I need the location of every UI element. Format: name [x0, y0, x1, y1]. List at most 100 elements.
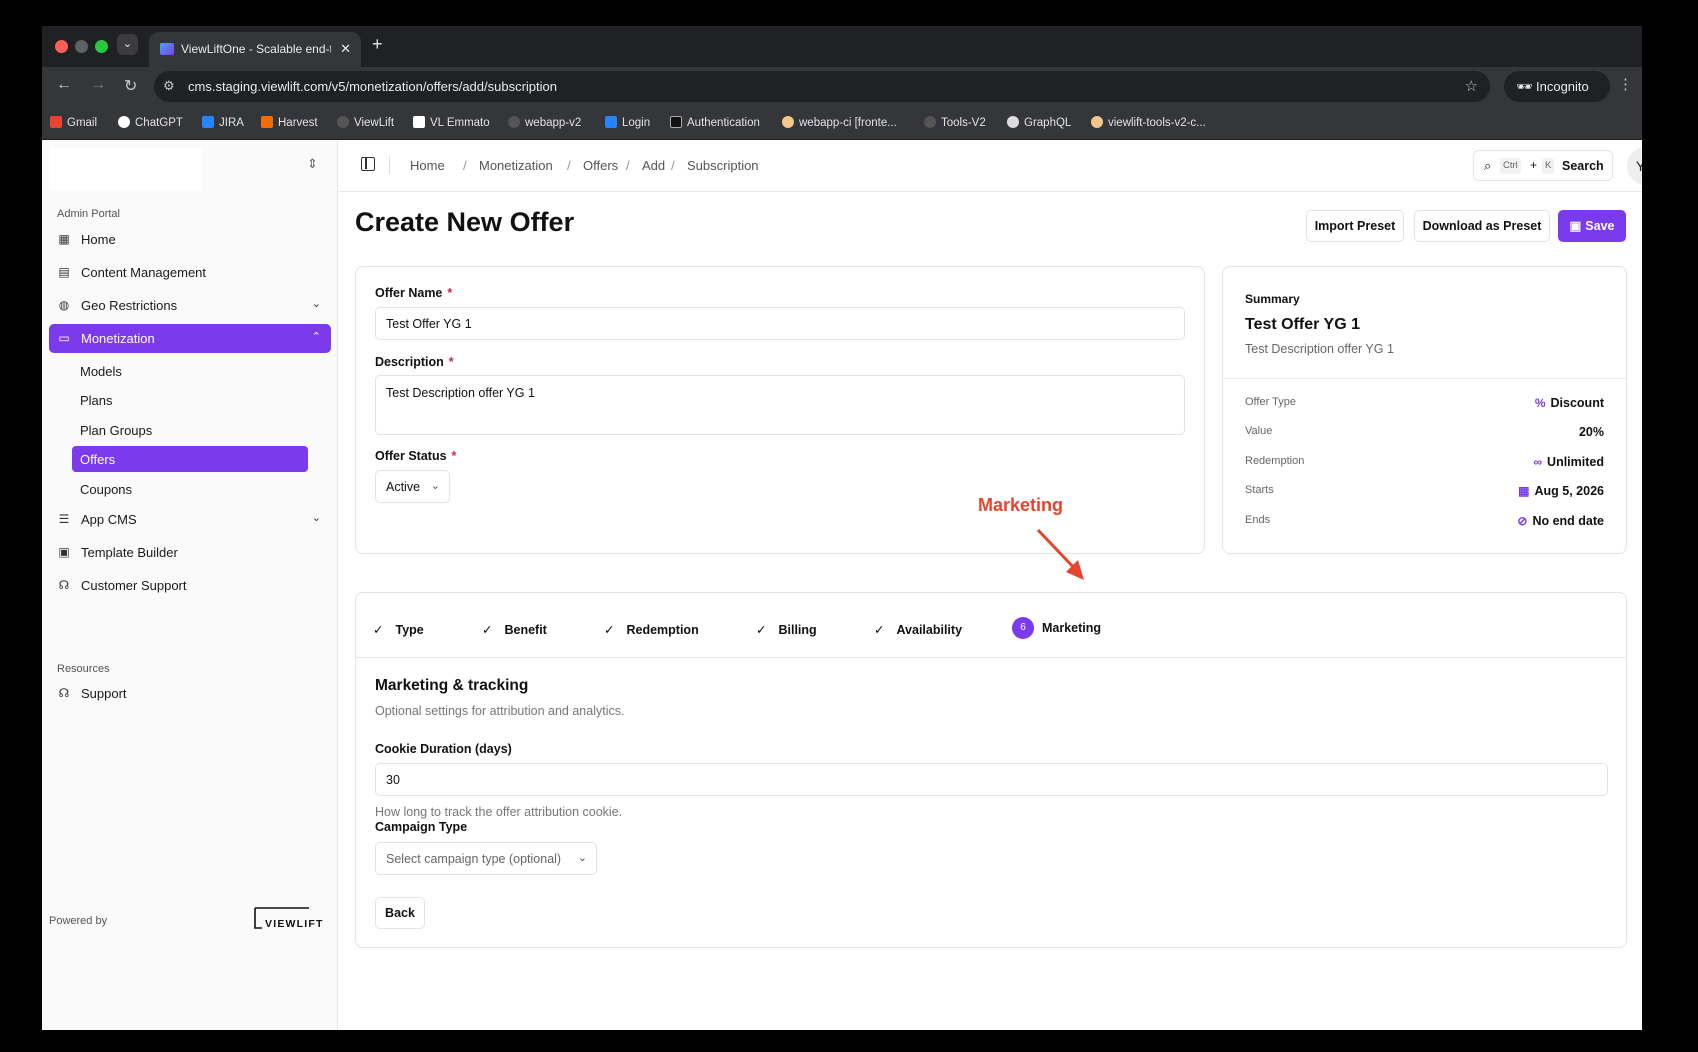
- bookmark-login[interactable]: Login: [605, 116, 650, 129]
- bookmark-gmail[interactable]: Gmail: [50, 116, 97, 129]
- step-type[interactable]: ✓ Type: [373, 622, 424, 637]
- chevron-down-icon: ⌄: [311, 298, 321, 310]
- sidebar-group-admin: Admin Portal: [57, 208, 120, 220]
- breadcrumb-add[interactable]: Add: [642, 158, 665, 173]
- bookmark-tools-v2[interactable]: Tools-V2: [924, 116, 986, 129]
- site-settings-icon[interactable]: ⚙: [163, 78, 175, 94]
- bookmark-webapp-v2[interactable]: webapp-v2: [508, 116, 581, 129]
- offer-status-label: Offer Status *: [375, 449, 457, 463]
- bookmark-harvest[interactable]: Harvest: [261, 116, 318, 129]
- sidebar-subitem-offers[interactable]: Offers: [72, 446, 308, 472]
- avatar[interactable]: YG: [1627, 147, 1642, 185]
- sidebar-item-content-management[interactable]: ▤ Content Management: [49, 258, 331, 287]
- back-arrow-icon[interactable]: ←: [56, 76, 72, 94]
- minimize-window-button[interactable]: [75, 40, 88, 53]
- breadcrumb-monetization[interactable]: Monetization: [479, 158, 553, 173]
- summary-redemption-value: ∞ Unlimited: [1533, 455, 1604, 469]
- search-button[interactable]: ⌕ Ctrl + K Search: [1473, 150, 1613, 181]
- download-preset-button[interactable]: Download as Preset: [1414, 210, 1550, 242]
- sidebar-subitem-coupons[interactable]: Coupons: [72, 476, 308, 502]
- divider: [356, 657, 1626, 658]
- annotation-arrow: [1036, 528, 1084, 580]
- back-button[interactable]: Back: [375, 897, 425, 929]
- incognito-badge[interactable]: 🕶 Incognito: [1504, 71, 1610, 102]
- bookmark-star-icon[interactable]: ☆: [1465, 77, 1478, 95]
- k-key: K: [1542, 158, 1555, 174]
- browser-tab[interactable]: ViewLiftOne - Scalable end-to ✕: [149, 32, 361, 67]
- close-window-button[interactable]: [55, 40, 68, 53]
- sidebar-item-label: Content Management: [81, 265, 207, 280]
- step-billing[interactable]: ✓ Billing: [756, 622, 817, 637]
- bookmark-chatgpt[interactable]: ChatGPT: [118, 116, 183, 129]
- summary-ends-value: ⊘ No end date: [1517, 514, 1604, 528]
- summary-offer-name: Test Offer YG 1: [1245, 316, 1360, 333]
- annotation-label: Marketing: [978, 495, 1064, 515]
- bookmark-graphql[interactable]: GraphQL: [1007, 116, 1071, 129]
- calendar-icon: ▦: [1518, 484, 1530, 498]
- sidebar-item-monetization[interactable]: ▭ Monetization ⌃: [49, 324, 331, 353]
- reload-icon[interactable]: ↻: [124, 76, 137, 96]
- tab-strip: ⌄ ViewLiftOne - Scalable end-to ✕ +: [42, 26, 1642, 67]
- bookmark-viewlift-tools[interactable]: viewlift-tools-v2-c...: [1091, 116, 1206, 129]
- new-tab-button[interactable]: +: [372, 34, 383, 55]
- summary-heading: Summary: [1245, 292, 1300, 306]
- tab-close-icon[interactable]: ✕: [340, 41, 351, 57]
- description-textarea[interactable]: Test Description offer YG 1: [375, 375, 1185, 435]
- campaign-type-label: Campaign Type: [375, 820, 468, 834]
- step-marketing[interactable]: 6 Marketing: [1012, 617, 1101, 639]
- sidebar-item-geo-restrictions[interactable]: ◍ Geo Restrictions ⌄: [49, 291, 331, 320]
- step-availability[interactable]: ✓ Availability: [874, 622, 962, 637]
- sidebar-item-label: App CMS: [81, 512, 137, 527]
- bookmark-jira[interactable]: JIRA: [202, 116, 244, 129]
- sidebar-item-support[interactable]: ☊ Support: [49, 679, 331, 708]
- app: ⇕ Admin Portal ▦ Home ▤ Content Manageme…: [42, 140, 1642, 1030]
- search-label: Search: [1562, 159, 1604, 173]
- bookmark-viewlift[interactable]: ViewLift: [337, 116, 394, 129]
- step-redemption[interactable]: ✓ Redemption: [604, 622, 699, 637]
- summary-value-label: Value: [1245, 425, 1273, 437]
- summary-offer-type-value: % Discount: [1534, 396, 1604, 410]
- sidebar-item-home[interactable]: ▦ Home: [49, 225, 331, 254]
- forward-arrow-icon[interactable]: →: [90, 76, 106, 94]
- svg-text:VIEWLIFT: VIEWLIFT: [265, 918, 324, 930]
- address-bar[interactable]: ⚙ cms.staging.viewlift.com/v5/monetizati…: [154, 71, 1490, 102]
- subitem-label: Offers: [80, 452, 116, 467]
- sidebar-item-label: Monetization: [81, 331, 155, 346]
- check-icon: ✓: [756, 623, 767, 637]
- cookie-duration-input[interactable]: 30: [375, 763, 1608, 796]
- subitem-label: Plan Groups: [80, 423, 153, 438]
- step-benefit[interactable]: ✓ Benefit: [482, 622, 547, 637]
- viewlift-logo: VIEWLIFT: [254, 907, 324, 930]
- infinity-icon: ∞: [1533, 455, 1543, 469]
- breadcrumb-separator: /: [626, 158, 630, 173]
- percent-icon: %: [1534, 396, 1546, 410]
- breadcrumb-separator: /: [463, 158, 467, 173]
- sidebar-item-template-builder[interactable]: ▣ Template Builder: [49, 538, 331, 567]
- bookmark-webapp-ci[interactable]: webapp-ci [fronte...: [782, 116, 897, 129]
- offer-status-select[interactable]: Active ⌄: [375, 470, 450, 503]
- breadcrumb-home[interactable]: Home: [410, 158, 445, 173]
- logo: [50, 148, 202, 190]
- browser-window: ⌄ ViewLiftOne - Scalable end-to ✕ + ← → …: [42, 26, 1642, 1030]
- bookmark-authentication[interactable]: Authentication: [670, 116, 760, 129]
- save-button[interactable]: ▣ Save: [1558, 210, 1626, 242]
- sidebar-subitem-plan-groups[interactable]: Plan Groups: [72, 417, 308, 443]
- breadcrumb-separator: /: [567, 158, 571, 173]
- sidebar-subitem-plans[interactable]: Plans: [72, 387, 308, 413]
- browser-menu-icon[interactable]: ⋮: [1618, 75, 1633, 93]
- toggle-sidebar-icon[interactable]: [361, 157, 375, 171]
- bookmarks-bar: Gmail ChatGPT JIRA Harvest ViewLift VL E…: [42, 107, 1642, 140]
- sidebar-item-app-cms[interactable]: ☰ App CMS ⌄: [49, 505, 331, 534]
- campaign-type-select[interactable]: Select campaign type (optional) ⌄: [375, 842, 597, 875]
- sidebar-item-customer-support[interactable]: ☊ Customer Support: [49, 571, 331, 600]
- tab-search-button[interactable]: ⌄: [117, 34, 138, 55]
- bookmark-vl-emmato[interactable]: VL Emmato: [413, 116, 490, 129]
- import-preset-button[interactable]: Import Preset: [1306, 210, 1404, 242]
- sidebar-subitem-models[interactable]: Models: [72, 358, 308, 384]
- workspace-switcher-icon[interactable]: ⇕: [307, 156, 318, 172]
- offer-name-label: Offer Name *: [375, 286, 453, 300]
- offer-name-input[interactable]: Test Offer YG 1: [375, 307, 1185, 340]
- breadcrumb-offers[interactable]: Offers: [583, 158, 618, 173]
- maximize-window-button[interactable]: [95, 40, 108, 53]
- search-icon: ⌕: [1484, 158, 1492, 173]
